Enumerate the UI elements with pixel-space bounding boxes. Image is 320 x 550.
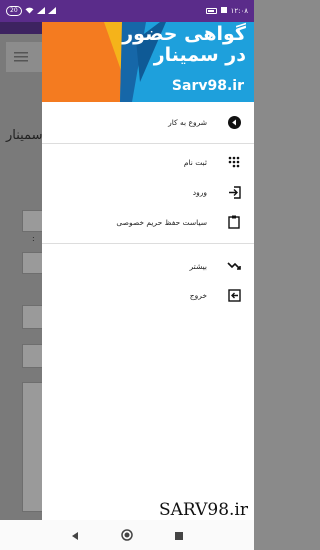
- drawer-item-label: بیشتر: [189, 261, 207, 271]
- status-right: ۱۲:۰۸: [205, 7, 248, 15]
- trending-down-icon: [227, 259, 241, 273]
- drawer-item-label: ثبت نام: [183, 157, 207, 167]
- drawer-divider: [42, 143, 254, 144]
- signal-icon: [36, 6, 45, 16]
- navigation-drawer: گواهی حضور در سمینار Sarv98.ir شروع به ک…: [42, 22, 254, 520]
- clipboard-icon: [227, 215, 241, 229]
- wifi-icon: [25, 7, 34, 16]
- drawer-item-privacy[interactable]: سیاست حفظ حریم خصوصی: [42, 208, 254, 236]
- home-icon[interactable]: [121, 526, 133, 545]
- drawer-item-exit[interactable]: خروج: [42, 281, 254, 309]
- back-icon[interactable]: [70, 526, 80, 545]
- recents-icon[interactable]: [174, 526, 184, 545]
- notification-icon: [220, 7, 227, 15]
- login-icon: [227, 185, 241, 199]
- drawer-item-label: ورود: [192, 187, 207, 197]
- watermark: SARV98.ir: [159, 500, 248, 520]
- drawer-banner: گواهی حضور در سمینار Sarv98.ir: [42, 22, 254, 102]
- banner-title: گواهی حضور در سمینار: [122, 23, 246, 66]
- drawer-item-label: شروع به کار: [168, 117, 207, 127]
- signal-icon-2: [47, 6, 56, 16]
- drawer-item-register[interactable]: ثبت نام: [42, 148, 254, 176]
- drawer-item-more[interactable]: بیشتر: [42, 252, 254, 280]
- drawer-item-label: خروج: [189, 290, 207, 300]
- status-bar: 20 ۱۲:۰۸: [0, 0, 254, 22]
- status-time: ۱۲:۰۸: [230, 7, 248, 15]
- drawer-divider-2: [42, 243, 254, 244]
- dialpad-icon: [227, 155, 241, 169]
- system-nav-bar: [0, 520, 254, 550]
- drawer-item-label: سیاست حفظ حریم خصوصی: [116, 217, 207, 227]
- play-circle-icon: [227, 115, 241, 129]
- status-left: 20: [6, 6, 56, 16]
- background-label: :: [32, 234, 35, 243]
- battery-icon: [205, 8, 217, 14]
- drawer-item-login[interactable]: ورود: [42, 178, 254, 206]
- drawer-item-start[interactable]: شروع به کار: [42, 108, 254, 136]
- hamburger-icon: [14, 51, 30, 65]
- status-pill: 20: [6, 6, 22, 16]
- banner-site: Sarv98.ir: [171, 78, 244, 94]
- logout-icon: [227, 288, 241, 302]
- background-title: سمینار: [6, 128, 43, 143]
